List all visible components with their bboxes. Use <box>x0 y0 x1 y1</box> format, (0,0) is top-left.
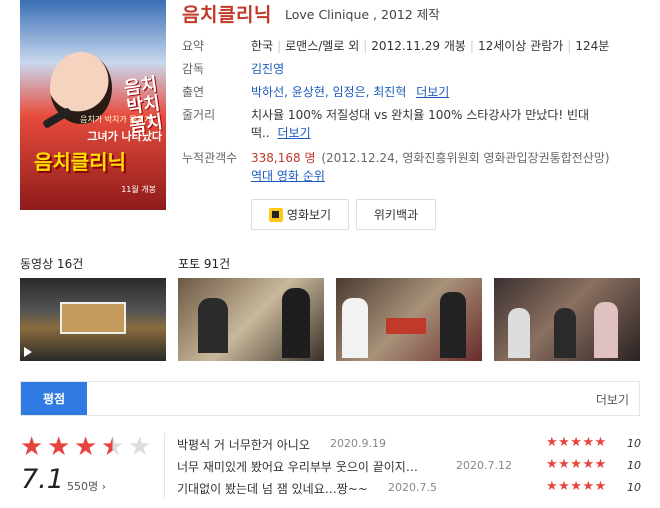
review-date: 2020.9.19 <box>330 437 386 450</box>
photo-thumbnail-2[interactable] <box>336 278 482 361</box>
rating-tabbar: 평점 더보기 <box>20 381 640 416</box>
review-text[interactable]: 박평식 거 너무한거 아니오 <box>177 436 310 453</box>
divider <box>164 433 165 498</box>
synopsis-more-link[interactable]: 더보기 <box>278 126 311 140</box>
photo-section-title[interactable]: 포토 91건 <box>178 255 230 272</box>
wiki-button[interactable]: 위키백과 <box>356 199 436 230</box>
photo-object <box>386 318 426 334</box>
wiki-button-label: 위키백과 <box>373 208 419 222</box>
photo-figure <box>282 288 310 358</box>
audience-row: 338,168 명 (2012.12.24, 영화진흥위원회 영화관입장권통합전… <box>251 149 610 166</box>
watch-button-label: 영화보기 <box>286 208 332 222</box>
summary-label: 요약 <box>182 39 205 53</box>
summary-rating: 12세이상 관람가 <box>477 39 564 53</box>
rating-count-link[interactable]: 550명 › <box>67 478 106 494</box>
watch-movie-button[interactable]: 영화보기 <box>251 199 349 230</box>
synopsis-label: 줄거리 <box>182 108 216 122</box>
photo-thumbnail-1[interactable] <box>178 278 324 361</box>
summary-values: 한국 | 로맨스/멜로 외 | 2012.11.29 개봉 | 12세이상 관람가 | 124분 <box>251 39 610 53</box>
audience-label: 누적관객수 <box>182 151 238 165</box>
director-link[interactable]: 김진영 <box>251 60 284 77</box>
video-section-title[interactable]: 동영상 16건 <box>20 255 83 272</box>
photo-figure <box>440 292 466 358</box>
star-icon: ★ <box>74 432 98 462</box>
review-stars: ★★★★★ <box>546 435 607 450</box>
empty-star-icon: ★ <box>128 432 152 462</box>
cast-more-link[interactable]: 더보기 <box>416 85 449 99</box>
star-icon: ★ <box>20 432 44 462</box>
cast-label: 출연 <box>182 85 205 99</box>
cast-row: 박하선, 윤상현, 임정은, 최진혁 더보기 <box>251 83 449 100</box>
photo-figure <box>342 298 368 358</box>
review-text[interactable]: 기대없이 봤는데 넘 잼 있네요…짱~~ <box>177 480 368 497</box>
video-thumbnail[interactable] <box>20 278 166 361</box>
ranking-link[interactable]: 역대 영화 순위 <box>251 167 325 184</box>
watch-play-icon <box>268 207 283 222</box>
photo-thumbnail-3[interactable] <box>494 278 640 361</box>
movie-title[interactable]: 음치클리닉 <box>182 0 272 27</box>
video-scene <box>60 302 126 334</box>
synopsis-line1: 치사율 100% 저질성대 vs 완치율 100% 스타강사가 만났다! 빈대 <box>251 108 590 122</box>
review-date: 2020.7.5 <box>388 481 437 494</box>
movie-poster[interactable]: 음치 박치 몸치 그녀가 나타났다 음치가 박치가 몸치가 음치클리닉 11월 … <box>20 0 166 210</box>
movie-subtitle: Love Clinique , 2012 제작 <box>285 7 440 22</box>
star-icon: ★ <box>47 432 71 462</box>
photo-figure <box>554 308 576 358</box>
summary-runtime: 124분 <box>575 39 610 53</box>
review-score: 10 <box>627 481 641 494</box>
photo-figure <box>508 308 530 358</box>
average-score: 7.1 <box>21 464 64 495</box>
cast-links[interactable]: 박하선, 윤상현, 임정은, 최진혁 <box>251 85 406 99</box>
review-date: 2020.7.12 <box>456 459 512 472</box>
review-stars: ★★★★★ <box>546 479 607 494</box>
director-label: 감독 <box>182 62 205 76</box>
summary-genre: 로맨스/멜로 외 <box>285 39 360 53</box>
summary-country: 한국 <box>251 39 274 53</box>
poster-caption: 음치가 박치가 몸치가 <box>80 115 152 124</box>
play-icon <box>24 347 32 357</box>
poster-title: 음치클리닉 <box>34 150 126 174</box>
audience-count: 338,168 명 <box>251 151 316 165</box>
review-score: 10 <box>627 459 641 472</box>
tab-rating[interactable]: 평점 <box>21 382 87 415</box>
review-score: 10 <box>627 437 641 450</box>
poster-subline: 그녀가 나타났다 <box>87 130 162 143</box>
audience-note: (2012.12.24, 영화진흥위원회 영화관입장권통합전산망) <box>321 151 610 165</box>
review-stars: ★★★★★ <box>546 457 607 472</box>
synopsis-line2: 떡.. <box>251 126 270 140</box>
photo-figure <box>594 302 618 358</box>
photo-figure <box>198 298 228 353</box>
poster-release: 11월 개봉 <box>121 185 156 194</box>
synopsis-line2-row: 떡.. 더보기 <box>251 124 311 141</box>
rating-more-link[interactable]: 더보기 <box>596 391 629 408</box>
summary-release: 2012.11.29 개봉 <box>371 39 466 53</box>
review-text[interactable]: 너무 재미있게 봤어요 우리부부 웃으이 끝이지… <box>177 458 418 475</box>
half-star-icon: ★ <box>101 432 125 462</box>
